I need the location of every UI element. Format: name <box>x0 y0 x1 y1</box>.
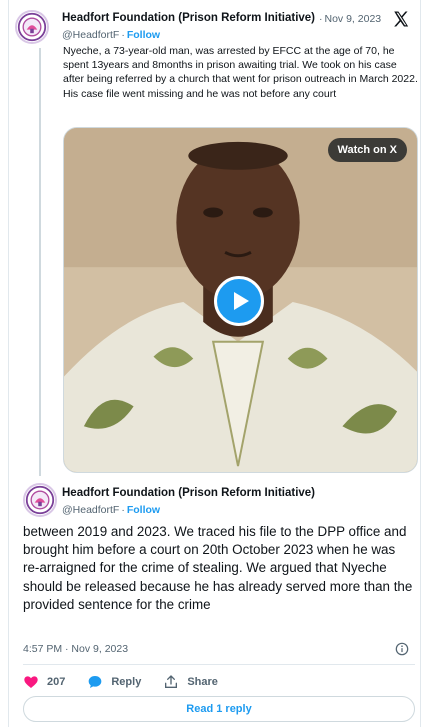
separator-dot: · <box>319 13 323 25</box>
play-button[interactable] <box>214 276 264 326</box>
x-logo-icon[interactable] <box>392 10 410 28</box>
follow-button[interactable]: Follow <box>127 504 160 516</box>
share-upload-icon <box>165 675 178 688</box>
author-name[interactable]: Headfort Foundation (Prison Reform Initi… <box>62 12 315 24</box>
author-handle[interactable]: @HeadfortF <box>62 504 119 516</box>
handle-line: @HeadfortF · Follow <box>62 504 160 516</box>
share-button[interactable]: Share <box>163 674 218 690</box>
tweet-timestamp[interactable]: 4:57 PM · Nov 9, 2023 <box>23 643 128 655</box>
separator-dot: · <box>121 29 125 41</box>
action-bar: 207 Reply Share <box>23 673 240 691</box>
info-icon[interactable] <box>395 642 409 656</box>
thread-connector-line <box>39 48 41 476</box>
reply-label: Reply <box>111 676 142 688</box>
separator-dot: · <box>121 504 125 516</box>
author-name[interactable]: Headfort Foundation (Prison Reform Initi… <box>62 487 315 499</box>
watch-on-x-button[interactable]: Watch on X <box>327 138 407 162</box>
author-avatar[interactable] <box>15 10 49 44</box>
headfort-logo-icon <box>17 12 47 42</box>
handle-line: @HeadfortF · Follow <box>62 29 160 41</box>
headfort-logo-icon <box>25 485 55 515</box>
tweet-text: Nyeche, a 73-year-old man, was arrested … <box>63 45 418 100</box>
like-button[interactable]: 207 <box>23 674 65 690</box>
tweet-date[interactable]: Nov 9, 2023 <box>325 13 382 25</box>
tweet-date-line: · Nov 9, 2023 <box>317 13 381 25</box>
share-label: Share <box>187 676 218 688</box>
reply-button[interactable]: Reply <box>87 674 141 690</box>
follow-button[interactable]: Follow <box>127 29 160 41</box>
tweet-text: between 2019 and 2023. We traced his fil… <box>23 524 413 612</box>
video-media[interactable]: Watch on X <box>63 127 418 473</box>
divider <box>23 664 415 665</box>
heart-icon <box>24 676 38 688</box>
like-count: 207 <box>47 676 66 688</box>
read-replies-button[interactable]: Read 1 reply <box>23 696 415 722</box>
speech-bubble-icon <box>89 676 102 688</box>
play-icon <box>234 292 249 310</box>
embedded-tweet-card: Headfort Foundation (Prison Reform Initi… <box>8 0 421 727</box>
author-avatar[interactable] <box>23 483 57 517</box>
author-handle[interactable]: @HeadfortF <box>62 29 119 41</box>
